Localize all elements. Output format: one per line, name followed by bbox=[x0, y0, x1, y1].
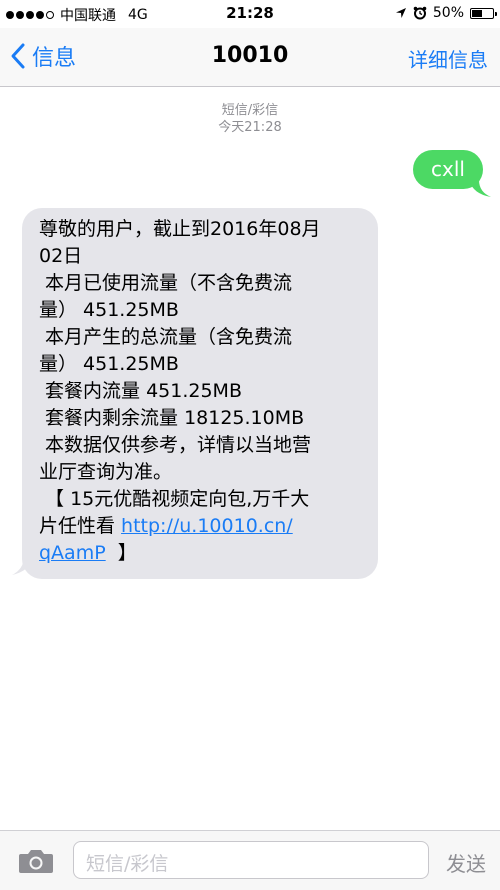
service-label: 短信/彩信 bbox=[221, 103, 279, 118]
message-line: 业厅查询为准。 bbox=[39, 461, 173, 483]
received-message-bubble[interactable]: 尊敬的用户，截止到2016年08月 02日 本月已使用流量（不含免费流 量） 4… bbox=[22, 208, 378, 579]
timestamp-label: 今天21:28 bbox=[218, 120, 282, 135]
status-right: 50% bbox=[395, 5, 497, 21]
message-line: 量） 451.25MB bbox=[39, 299, 179, 321]
sent-message-text: cxll bbox=[431, 157, 465, 181]
thread-timestamp: 短信/彩信 今天21:28 bbox=[0, 102, 500, 136]
camera-icon[interactable] bbox=[18, 848, 54, 874]
message-line: 02日 bbox=[39, 245, 83, 267]
promo-link-part1[interactable]: http://u.10010.cn/ bbox=[121, 515, 293, 537]
status-bar: 中国联通 4G 21:28 50% bbox=[0, 0, 500, 28]
battery-icon bbox=[470, 7, 497, 19]
alarm-clock-icon bbox=[413, 6, 427, 20]
details-button[interactable]: 详细信息 bbox=[408, 44, 488, 73]
message-line: 套餐内剩余流量 18125.10MB bbox=[39, 407, 305, 429]
promo-link-part2[interactable]: qAamP bbox=[39, 542, 106, 564]
message-line-with-link: qAamP 】 bbox=[39, 540, 358, 567]
nav-bar: 信息 10010 详细信息 bbox=[0, 28, 500, 87]
input-placeholder: 短信/彩信 bbox=[86, 853, 169, 875]
message-line: 量） 451.25MB bbox=[39, 353, 179, 375]
battery-fill bbox=[472, 9, 482, 17]
send-button[interactable]: 发送 bbox=[446, 848, 486, 877]
message-line: 本月产生的总流量（含免费流 bbox=[39, 326, 293, 348]
message-line: 本月已使用流量（不含免费流 bbox=[39, 272, 293, 294]
message-line: 尊敬的用户，截止到2016年08月 bbox=[39, 218, 321, 240]
message-input[interactable]: 短信/彩信 bbox=[73, 841, 429, 879]
message-line: 【 15元优酷视频定向包,万千大 bbox=[39, 488, 310, 510]
battery-percent: 50% bbox=[432, 5, 464, 21]
compose-bar: 短信/彩信 发送 bbox=[0, 830, 500, 890]
message-line: 本数据仅供参考，详情以当地营 bbox=[39, 434, 312, 456]
sent-message-bubble[interactable]: cxll bbox=[413, 150, 483, 189]
message-line: 片任性看 bbox=[39, 515, 122, 537]
location-arrow-icon bbox=[395, 8, 406, 18]
message-line-with-link: 片任性看 http://u.10010.cn/ bbox=[39, 513, 358, 540]
message-closing: 】 bbox=[105, 542, 137, 564]
message-line: 套餐内流量 451.25MB bbox=[39, 380, 242, 402]
